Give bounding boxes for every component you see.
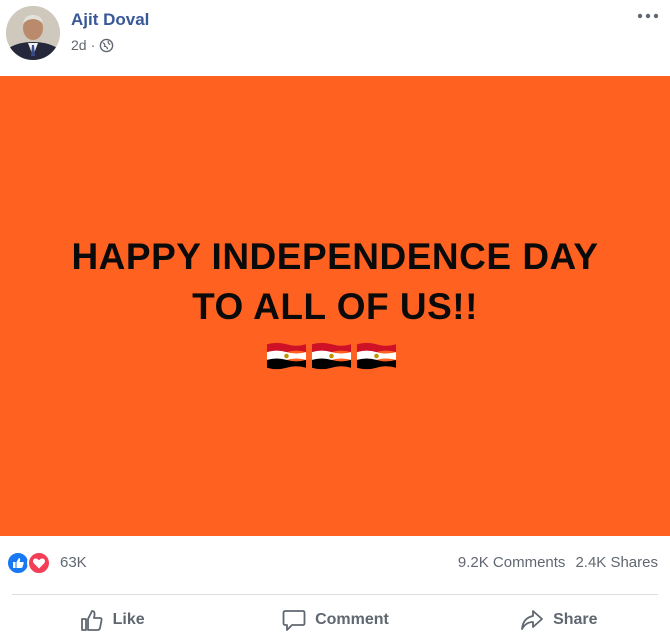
author-name[interactable]: Ajit Doval (71, 10, 149, 30)
like-label: Like (112, 610, 145, 628)
banner-text-line-2: TO ALL OF US!! (192, 286, 478, 327)
share-label: Share (553, 610, 598, 628)
post-actions: Like Comment Share (0, 596, 670, 643)
author-avatar[interactable] (6, 6, 60, 60)
share-arrow-icon (521, 609, 543, 630)
egypt-flag-icon (356, 342, 397, 370)
meta-separator: · (90, 37, 96, 53)
more-options-icon[interactable] (634, 6, 662, 26)
post-banner[interactable]: HAPPY INDEPENDENCE DAY TO ALL OF US!! (0, 76, 670, 536)
like-button[interactable]: Like (0, 596, 223, 643)
like-reaction-icon (6, 551, 30, 575)
globe-icon[interactable] (99, 38, 114, 53)
post-timestamp[interactable]: 2d (71, 37, 87, 53)
egypt-flag-icon (311, 342, 352, 370)
reaction-count[interactable]: 63K (60, 554, 87, 571)
engagement-counts: 9.2K Comments 2.4K Shares (458, 554, 658, 571)
avatar-portrait (6, 6, 60, 60)
egypt-flag-icon (266, 342, 307, 370)
post-header: Ajit Doval 2d · (0, 0, 670, 76)
facebook-post: Ajit Doval 2d · HAPPY INDEPENDENCE DAY T… (0, 0, 670, 643)
comment-button[interactable]: Comment (223, 596, 446, 643)
post-meta: 2d · (71, 37, 114, 53)
comments-count[interactable]: 9.2K Comments (458, 554, 566, 571)
divider (12, 594, 658, 595)
flag-emojis (266, 341, 398, 375)
reactions-bar: 63K 9.2K Comments 2.4K Shares (0, 536, 670, 592)
share-button[interactable]: Share (447, 596, 670, 643)
reaction-icons[interactable] (6, 550, 54, 576)
banner-text-line-1: HAPPY INDEPENDENCE DAY (71, 236, 599, 277)
shares-count[interactable]: 2.4K Shares (575, 554, 658, 571)
comment-label: Comment (315, 610, 389, 628)
love-reaction-icon (27, 551, 51, 575)
thumbs-up-icon (80, 609, 103, 631)
comment-icon (282, 609, 306, 631)
